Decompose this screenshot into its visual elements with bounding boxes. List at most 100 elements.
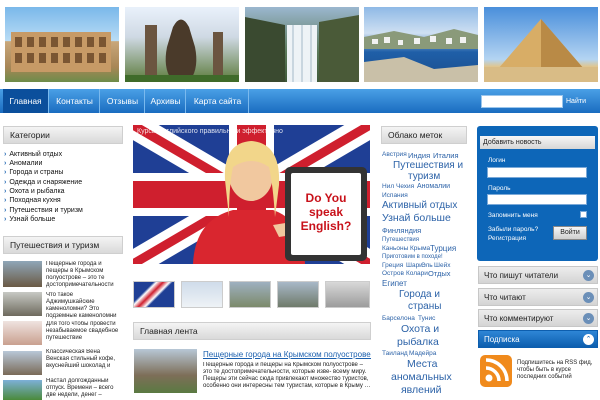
category-link[interactable]: Города и страны	[4, 168, 63, 177]
chevron-down-icon: ⌄	[583, 270, 594, 281]
category-link[interactable]: Активный отдых	[4, 150, 62, 159]
tag-link[interactable]: Активный отдых	[382, 200, 457, 211]
tag-link[interactable]: Греция	[382, 262, 403, 269]
waterfall-image	[245, 7, 359, 82]
coastal-town-image	[364, 7, 478, 82]
chevron-down-icon: ⌄	[583, 313, 594, 324]
password-label: Пароль	[488, 185, 511, 192]
add-news-button[interactable]: Добавить новость	[480, 136, 595, 149]
tag-link[interactable]: Австрия	[382, 151, 407, 158]
register-link[interactable]: Регистрация	[488, 235, 526, 242]
nav-contacts[interactable]: Контакты	[50, 89, 100, 113]
slider-thumb[interactable]	[229, 281, 271, 308]
tag-link[interactable]: Мадейра	[409, 350, 436, 357]
chevron-up-icon: ⌃	[583, 334, 594, 345]
post-thumbnail[interactable]	[3, 261, 42, 287]
reading-tab[interactable]: Что читают ⌄	[478, 288, 598, 306]
commenting-tab[interactable]: Что комментируют ⌄	[478, 309, 598, 327]
tag-link[interactable]: Аномалии	[417, 183, 450, 190]
remember-checkbox[interactable]	[580, 211, 587, 218]
tag-link[interactable]: Испания	[382, 192, 408, 199]
chevron-down-icon: ⌄	[583, 292, 594, 303]
tag-link[interactable]: Колари	[406, 270, 428, 277]
commenting-label: Что комментируют	[484, 314, 554, 323]
readers-write-label: Что пишут читатели	[484, 271, 559, 280]
tag-link[interactable]: Крыма	[410, 245, 430, 252]
tag-link[interactable]: Места	[407, 358, 438, 370]
rss-icon[interactable]	[480, 355, 512, 387]
tag-link[interactable]: страны	[408, 301, 441, 312]
feed-post-title[interactable]: Пещерные города на Крымском полуострове…	[203, 350, 371, 359]
travel-header: Путешествия и туризм	[3, 236, 123, 254]
category-link[interactable]: Узнай больше	[4, 215, 55, 224]
feed-header: Главная лента	[133, 322, 371, 340]
tag-link[interactable]: Египет	[382, 279, 407, 288]
sign-text: Do You speak English?	[291, 173, 361, 255]
category-link[interactable]: Аномалии	[4, 159, 42, 168]
subscribe-tab[interactable]: Подписка ⌃	[478, 330, 598, 348]
nav-reviews[interactable]: Отзывы	[101, 89, 145, 113]
password-field[interactable]	[487, 194, 587, 205]
tag-link[interactable]: Турция	[430, 244, 456, 253]
tag-link[interactable]: явлений	[401, 384, 442, 396]
tag-link[interactable]: Италия	[433, 151, 459, 160]
tag-link[interactable]: Чехия	[396, 183, 414, 190]
tag-link[interactable]: Шейх	[434, 262, 450, 269]
post-thumbnail[interactable]	[3, 321, 42, 345]
post-teaser[interactable]: Классическая Вена Венская стильный кофе,…	[46, 349, 122, 377]
feed-post-excerpt: Пещерные города и пещеры на Крымском пол…	[203, 362, 371, 389]
tag-link[interactable]: аномальных	[391, 371, 452, 383]
search-button[interactable]: Найти	[563, 95, 589, 108]
tag-link[interactable]: Финляндия	[382, 226, 421, 235]
tag-link[interactable]: Таиланд	[382, 350, 408, 357]
tag-link[interactable]: Путешествия и	[393, 160, 463, 171]
post-thumbnail[interactable]	[3, 351, 42, 375]
tag-link[interactable]: Приготовим в походе!	[382, 254, 443, 260]
slider-thumb[interactable]	[277, 281, 319, 308]
tag-link[interactable]: Отдых	[428, 269, 451, 278]
login-field[interactable]	[487, 167, 587, 178]
slider-thumb[interactable]	[181, 281, 223, 308]
post-thumbnail[interactable]	[3, 380, 42, 400]
post-teaser[interactable]: Пещерные города и пещеры в Крымском полу…	[46, 261, 122, 289]
search-input[interactable]	[481, 95, 563, 108]
slider-thumb[interactable]	[325, 281, 370, 308]
page: Главная Контакты Отзывы Архивы Карта сай…	[0, 0, 600, 400]
category-link[interactable]: Путешествия и туризм	[4, 206, 83, 215]
tag-link[interactable]: рыбалка	[397, 336, 439, 348]
tag-link[interactable]: Узнай больше	[382, 212, 451, 224]
readers-write-tab[interactable]: Что пишут читатели ⌄	[478, 266, 598, 284]
post-thumbnail[interactable]	[3, 292, 42, 316]
tag-link[interactable]: Тунис	[418, 315, 435, 322]
post-teaser[interactable]: Что такое Аджимушкайские каменоломни? Эт…	[46, 292, 122, 320]
tag-link[interactable]: Города и	[399, 289, 440, 300]
forgot-password-link[interactable]: Забыли пароль?	[488, 226, 538, 233]
tag-link[interactable]: Барселона	[382, 315, 415, 322]
tag-link[interactable]: Индия	[408, 151, 430, 160]
post-teaser[interactable]: Для того чтобы провести незабываемое сва…	[46, 321, 122, 349]
slider-caption: Курсы английского правильно и эффективно	[137, 128, 283, 135]
slider-thumb[interactable]	[133, 281, 175, 308]
feed-post-image[interactable]	[134, 349, 197, 393]
nav-archives[interactable]: Архивы	[146, 89, 186, 113]
category-link[interactable]: Охота и рыбалка	[4, 187, 64, 196]
tag-link[interactable]: Эль	[421, 262, 433, 269]
login-button[interactable]: Войти	[553, 226, 587, 240]
tag-link[interactable]: туризм	[408, 171, 440, 182]
tag-link[interactable]: Путешествия	[382, 237, 419, 243]
subscribe-label: Подписка	[484, 335, 520, 344]
tag-link[interactable]: Охота и	[401, 323, 439, 335]
remember-label: Запомнить меня	[488, 212, 538, 219]
tag-cloud-header: Облако меток	[381, 126, 467, 144]
buddha-image	[125, 7, 239, 82]
category-link[interactable]: Одежда и снаряжение	[4, 178, 82, 187]
tag-link[interactable]: Нил	[382, 183, 394, 190]
nav-sitemap[interactable]: Карта сайта	[187, 89, 249, 113]
category-link[interactable]: Походная кухня	[4, 196, 60, 205]
featured-slider[interactable]: Do You speak English? Курсы английского …	[133, 125, 370, 264]
post-teaser[interactable]: Настал долгожданный отпуск. Времени – вс…	[46, 378, 122, 400]
tag-link[interactable]: Остров	[382, 270, 404, 277]
nav-home[interactable]: Главная	[3, 89, 49, 113]
categories-header: Категории	[3, 126, 123, 144]
tag-link[interactable]: Каньоны	[382, 245, 408, 252]
